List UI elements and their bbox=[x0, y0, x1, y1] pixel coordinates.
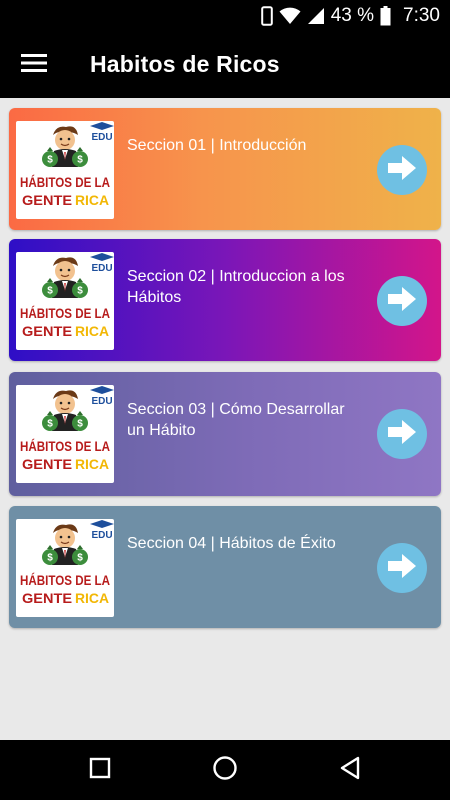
app-title: Habitos de Ricos bbox=[90, 51, 280, 77]
system-nav-bar bbox=[0, 740, 450, 800]
section-card-03[interactable]: $ $ EDU HÁBITOS DE LA GENTE RICA Seccion 03 |… bbox=[9, 372, 441, 496]
course-cover-illustration: $ $ EDU HÁBITOS DE LA GENTE RICA bbox=[20, 520, 114, 606]
svg-text:$: $ bbox=[47, 553, 53, 564]
section-card-01[interactable]: $ $ EDU HÁBITOS DE LA GENTE RICA Seccion 01 |… bbox=[9, 108, 441, 230]
section-title: Seccion 02 | Introduccion a los Hábitos bbox=[127, 268, 345, 306]
phone-outline-icon bbox=[260, 6, 273, 26]
cover-title-line1: HÁBITOS DE LA bbox=[20, 305, 110, 321]
section-thumbnail: $ $ EDU HÁBITOS DE LA GENTE RICA bbox=[16, 252, 114, 350]
edu-badge: EDU bbox=[91, 132, 112, 143]
open-section-button[interactable] bbox=[377, 409, 427, 459]
svg-text:$: $ bbox=[77, 553, 83, 564]
section-title: Seccion 04 | Hábitos de Éxito bbox=[127, 535, 336, 552]
open-section-button[interactable] bbox=[377, 543, 427, 593]
recents-button[interactable] bbox=[80, 752, 120, 788]
section-thumbnail: $ $ EDU HÁBITOS DE LA GENTE RICA bbox=[16, 519, 114, 617]
arrow-right-icon bbox=[386, 154, 418, 187]
cover-title-rica: RICA bbox=[75, 192, 109, 208]
cover-title-gente: GENTE bbox=[22, 590, 72, 606]
cover-title-line1: HÁBITOS DE LA bbox=[20, 572, 110, 588]
course-cover-illustration: $ $ EDU HÁBITOS DE LA GENTE RICA bbox=[20, 386, 114, 472]
home-circle-icon bbox=[212, 755, 238, 786]
cell-signal-icon bbox=[307, 7, 325, 25]
cover-title-gente: GENTE bbox=[22, 323, 72, 339]
menu-button[interactable] bbox=[14, 46, 54, 84]
arrow-right-icon bbox=[386, 418, 418, 451]
course-cover-illustration: $ $ EDU HÁBITOS DE LA GENTE RICA bbox=[20, 253, 114, 339]
back-triangle-icon bbox=[338, 756, 362, 785]
section-card-04[interactable]: $ $ EDU HÁBITOS DE LA GENTE RICA Seccion 04 |… bbox=[9, 506, 441, 628]
back-button[interactable] bbox=[330, 752, 370, 788]
open-section-button[interactable] bbox=[377, 145, 427, 195]
wifi-icon bbox=[279, 7, 301, 25]
cover-title-gente: GENTE bbox=[22, 456, 72, 472]
home-button[interactable] bbox=[205, 752, 245, 788]
cover-title-line1: HÁBITOS DE LA bbox=[20, 438, 110, 454]
clock-time: 7:30 bbox=[403, 5, 440, 26]
hamburger-menu-icon bbox=[21, 53, 47, 78]
course-cover-illustration: $ $ EDU HÁBITOS DE LA GENTE RICA bbox=[20, 122, 114, 208]
section-thumbnail: $ $ EDU HÁBITOS DE LA GENTE RICA bbox=[16, 385, 114, 483]
cover-title-line1: HÁBITOS DE LA bbox=[20, 174, 110, 190]
battery-percent: 43 % bbox=[330, 5, 375, 26]
section-card-02[interactable]: $ $ EDU HÁBITOS DE LA GENTE RICA Seccion 02 |… bbox=[9, 239, 441, 361]
section-title: Seccion 01 | Introducción bbox=[127, 137, 307, 154]
svg-text:$: $ bbox=[77, 419, 83, 430]
svg-text:$: $ bbox=[47, 155, 53, 166]
app-bar: Habitos de Ricos bbox=[0, 32, 450, 98]
section-title: Seccion 03 | Cómo Desarrollar un Hábito bbox=[127, 401, 345, 439]
open-section-button[interactable] bbox=[377, 276, 427, 326]
arrow-right-icon bbox=[386, 552, 418, 585]
edu-badge: EDU bbox=[91, 396, 112, 407]
cover-title-gente: GENTE bbox=[22, 192, 72, 208]
battery-icon bbox=[380, 6, 391, 26]
section-thumbnail: $ $ EDU HÁBITOS DE LA GENTE RICA bbox=[16, 121, 114, 219]
svg-text:$: $ bbox=[77, 155, 83, 166]
svg-text:$: $ bbox=[47, 286, 53, 297]
section-list: $ $ EDU HÁBITOS DE LA GENTE RICA Seccion 01 |… bbox=[0, 98, 450, 740]
cover-title-rica: RICA bbox=[75, 456, 109, 472]
status-icons: 43 % 7:30 bbox=[260, 4, 440, 28]
edu-badge: EDU bbox=[91, 530, 112, 541]
arrow-right-icon bbox=[386, 285, 418, 318]
svg-text:$: $ bbox=[77, 286, 83, 297]
recents-square-icon bbox=[89, 757, 111, 784]
edu-badge: EDU bbox=[91, 263, 112, 274]
cover-title-rica: RICA bbox=[75, 590, 109, 606]
status-bar: 43 % 7:30 bbox=[0, 0, 450, 32]
svg-text:$: $ bbox=[47, 419, 53, 430]
cover-title-rica: RICA bbox=[75, 323, 109, 339]
